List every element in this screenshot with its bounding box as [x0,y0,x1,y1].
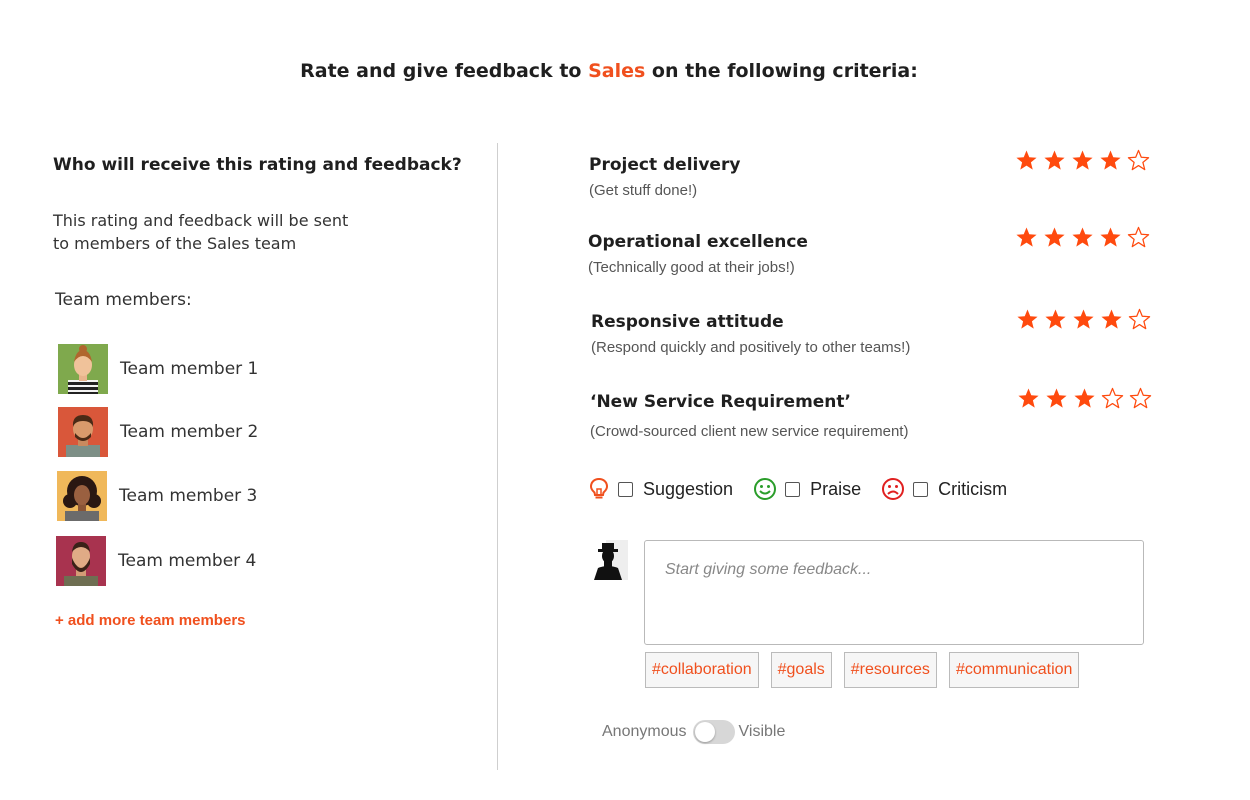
feedback-type-praise[interactable]: Praise [753,477,861,501]
feedback-type-suggestion[interactable]: Suggestion [588,477,733,501]
star-rating[interactable] [1015,226,1150,249]
criterion-title: ‘New Service Requirement’ [590,392,851,412]
hashtag-chip[interactable]: #communication [948,652,1080,688]
avatar [57,471,107,521]
team-member-name: Team member 2 [120,422,259,442]
avatar [58,344,108,394]
star-filled-icon[interactable] [1045,387,1068,410]
team-member-name: Team member 4 [118,551,257,571]
hashtag-list: #collaboration #goals #resources #commun… [645,652,1080,688]
criterion-subtitle: (Technically good at their jobs!) [588,259,795,276]
page-heading: Rate and give feedback to Sales on the f… [0,60,1218,82]
star-empty-icon[interactable] [1127,149,1150,172]
column-divider [497,143,498,770]
feedback-textarea[interactable]: Start giving some feedback... [644,540,1144,645]
hashtag-chip[interactable]: #goals [770,652,832,688]
visible-label: Visible [738,723,786,740]
recipients-description: This rating and feedback will be sent to… [53,209,373,255]
star-filled-icon[interactable] [1099,226,1122,249]
visibility-switch-row: Anonymous Visible [602,720,785,744]
criterion-subtitle: (Crowd-sourced client new service requir… [590,423,909,440]
avatar [56,536,106,586]
star-rating[interactable] [1015,149,1150,172]
hashtag-chip[interactable]: #resources [843,652,937,688]
criterion-operational-excellence: Operational excellence (Technically good… [588,232,808,276]
star-filled-icon[interactable] [1044,308,1067,331]
add-team-members-link[interactable]: + add more team members [55,612,246,629]
visibility-toggle[interactable] [692,720,735,744]
star-filled-icon[interactable] [1100,308,1123,331]
team-member-4[interactable]: Team member 4 [56,536,256,586]
team-member-name: Team member 1 [120,359,259,379]
team-members-label: Team members: [55,290,192,310]
star-empty-icon[interactable] [1127,226,1150,249]
team-member-2[interactable]: Team member 2 [58,407,258,457]
suggestion-checkbox[interactable] [618,481,633,497]
star-rating[interactable] [1017,387,1152,410]
criticism-checkbox[interactable] [913,481,929,497]
star-filled-icon[interactable] [1099,149,1122,172]
star-filled-icon[interactable] [1017,387,1040,410]
star-filled-icon[interactable] [1015,149,1038,172]
team-member-3[interactable]: Team member 3 [57,471,257,521]
criterion-title: Responsive attitude [591,312,784,332]
star-filled-icon[interactable] [1043,226,1066,249]
recipients-description-line-1: This rating and feedback will be sent [53,211,349,230]
star-empty-icon[interactable] [1101,387,1124,410]
feedback-type-criticism[interactable]: Criticism [881,477,1007,501]
lightbulb-icon [589,477,609,499]
star-empty-icon[interactable] [1129,387,1152,410]
criterion-new-service-requirement: ‘New Service Requirement’ (Crowd-sourced… [590,392,908,440]
star-filled-icon[interactable] [1071,149,1094,172]
hashtag-chip[interactable]: #collaboration [645,652,759,688]
star-filled-icon[interactable] [1073,387,1096,410]
avatar [58,407,108,457]
heading-suffix: on the following criteria: [651,60,918,82]
star-rating[interactable] [1016,308,1151,331]
heading-team-name: Sales [588,60,646,82]
feedback-type-options: Suggestion Praise Criticism [588,477,1027,501]
star-filled-icon[interactable] [1015,226,1038,249]
criterion-subtitle: (Respond quickly and positively to other… [591,339,911,356]
smiley-icon [754,478,777,500]
criterion-title: Operational excellence [588,232,808,252]
heading-prefix: Rate and give feedback to [300,60,582,82]
criterion-responsive-attitude: Responsive attitude (Respond quickly and… [591,312,910,356]
criterion-project-delivery: Project delivery (Get stuff done!) [589,155,740,199]
anonymous-label: Anonymous [602,723,687,740]
recipients-title: Who will receive this rating and feedbac… [53,155,462,175]
team-member-name: Team member 3 [119,486,258,506]
criterion-title: Project delivery [589,155,741,175]
recipients-description-line-2: to members of the Sales team [53,234,297,253]
feedback-type-label: Criticism [938,478,1008,499]
feedback-placeholder: Start giving some feedback... [665,561,872,578]
feedback-type-label: Praise [810,478,862,499]
feedback-type-label: Suggestion [643,478,734,499]
star-filled-icon[interactable] [1016,308,1039,331]
current-user-avatar [588,540,628,580]
star-filled-icon[interactable] [1071,226,1094,249]
star-filled-icon[interactable] [1043,149,1066,172]
star-filled-icon[interactable] [1072,308,1095,331]
toggle-knob [694,722,715,742]
criterion-subtitle: (Get stuff done!) [589,182,698,199]
praise-checkbox[interactable] [785,481,801,497]
frown-icon [882,478,905,500]
star-empty-icon[interactable] [1128,308,1151,331]
team-member-1[interactable]: Team member 1 [58,344,258,394]
